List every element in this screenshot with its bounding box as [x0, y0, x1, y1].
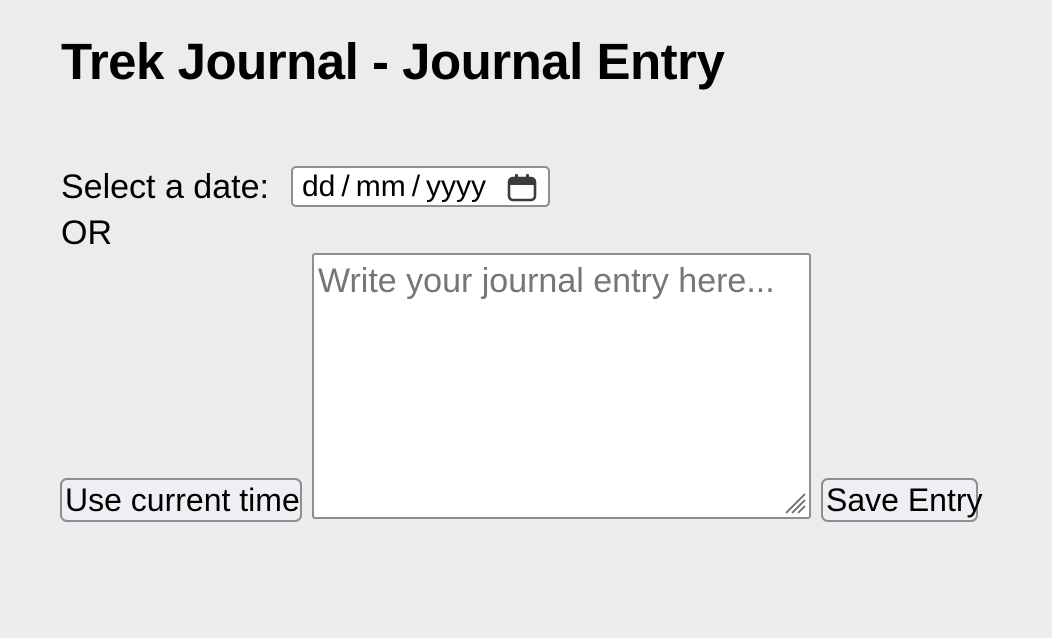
date-separator: /	[411, 169, 421, 203]
or-separator-text: OR	[61, 214, 112, 252]
date-day-segment[interactable]: dd	[302, 169, 335, 205]
date-separator: /	[341, 169, 350, 203]
use-current-time-button[interactable]: Use current time	[60, 478, 302, 522]
date-label: Select a date:	[61, 168, 269, 206]
journal-page: Trek Journal - Journal Entry Select a da…	[0, 0, 1052, 638]
calendar-icon[interactable]	[506, 172, 538, 204]
date-month-segment[interactable]: mm	[356, 169, 406, 205]
date-year-segment[interactable]: yyyy	[426, 169, 486, 205]
journal-entry-textarea[interactable]	[312, 253, 811, 519]
save-entry-button[interactable]: Save Entry	[821, 478, 983, 522]
journal-entry-wrapper	[312, 253, 811, 519]
resize-handle-icon[interactable]	[782, 490, 806, 514]
date-input[interactable]: dd / mm / yyyy	[291, 166, 550, 207]
page-title: Trek Journal - Journal Entry	[61, 33, 725, 90]
